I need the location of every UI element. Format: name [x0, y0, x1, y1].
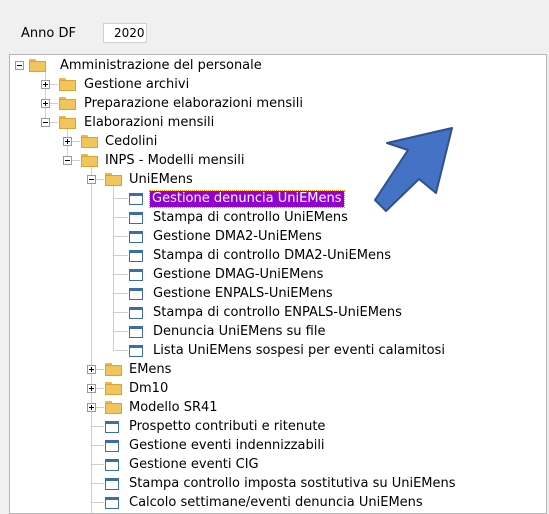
arrow-down-left-icon — [374, 127, 453, 212]
annotation-arrow-overlay — [374, 127, 453, 212]
